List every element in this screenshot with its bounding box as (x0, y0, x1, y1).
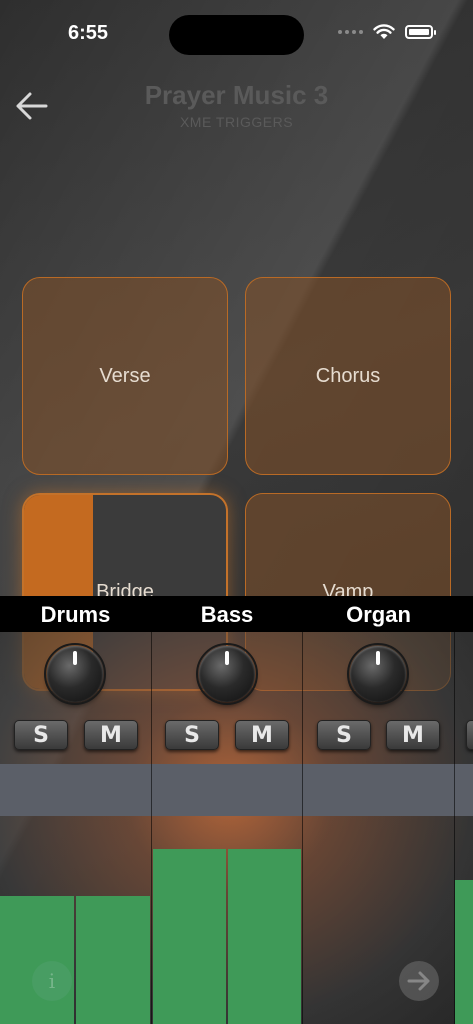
pad-chorus[interactable]: Chorus (245, 277, 451, 475)
fader-band[interactable] (0, 764, 473, 816)
arrow-right-glyph (407, 971, 430, 991)
volume-knob-drums[interactable] (44, 643, 106, 705)
page-title: Prayer Music 3 (144, 80, 329, 110)
level-meter-bass-left (153, 849, 226, 1024)
level-meter-bass-right (228, 849, 301, 1024)
level-meter-drums-left (0, 896, 74, 1024)
status-time: 6:55 (68, 22, 109, 44)
strip-name-bass: Bass (200, 602, 254, 627)
info-icon[interactable]: i (32, 961, 72, 1001)
solo-button-drums[interactable]: S (14, 720, 68, 750)
page-subtitle: XME TRIGGERS (179, 114, 294, 130)
level-meter-next-strip (455, 880, 473, 1024)
pad-verse[interactable]: Verse (22, 277, 228, 475)
battery-icon (405, 25, 436, 39)
strip-name-organ: Organ (346, 602, 411, 627)
solo-button-bass[interactable]: S (165, 720, 219, 750)
volume-knob-organ[interactable] (347, 643, 409, 705)
wifi-icon (373, 24, 395, 39)
mute-button-bass[interactable]: M (235, 720, 289, 750)
signal-dots-icon (338, 30, 363, 34)
dynamic-island (169, 15, 304, 55)
solo-button-organ[interactable]: S (317, 720, 371, 750)
mute-button-organ[interactable]: M (386, 720, 440, 750)
strip-divider (302, 596, 303, 1024)
level-meter-drums-right (76, 896, 150, 1024)
strip-name-drums: Drums (40, 602, 111, 627)
status-icons (338, 24, 436, 40)
arrow-right-icon[interactable] (399, 961, 439, 1001)
mute-button-drums[interactable]: M (84, 720, 138, 750)
solo-button-next-strip[interactable] (466, 720, 473, 750)
volume-knob-bass[interactable] (196, 643, 258, 705)
mixer-panel: Drums Bass Organ S M S M S M (0, 596, 473, 1024)
pad-label: Chorus (315, 364, 381, 387)
pad-label: Verse (99, 364, 151, 387)
strip-divider (151, 596, 152, 1024)
strip-divider (454, 596, 455, 1024)
